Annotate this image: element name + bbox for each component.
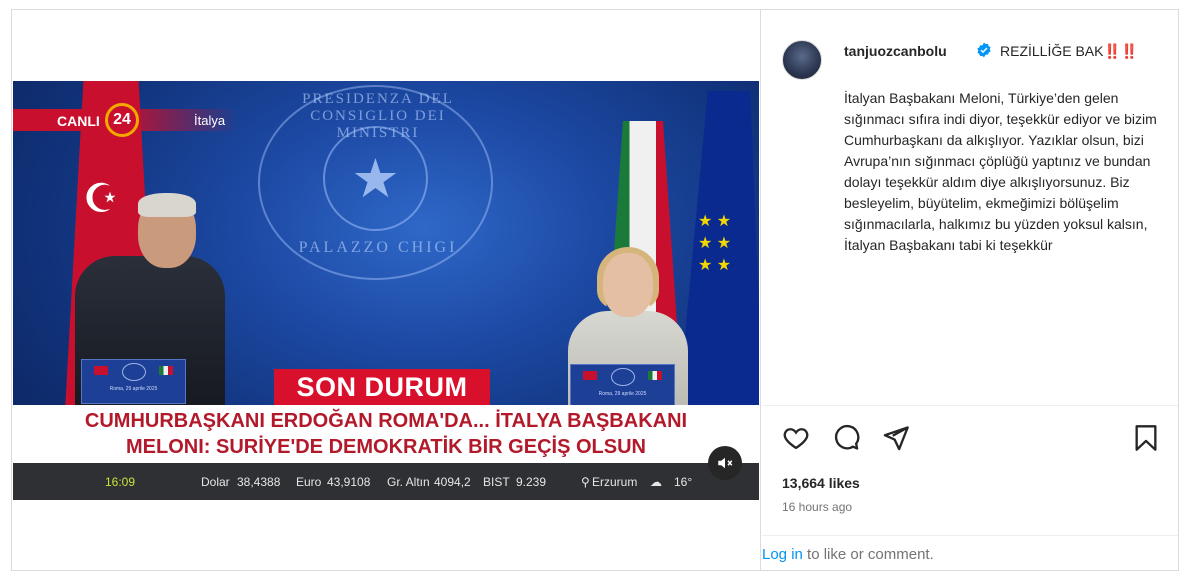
ticker-bist-label: BIST	[483, 475, 510, 489]
ticker-dolar-label: Dolar	[201, 475, 230, 489]
podium-emblem-icon	[122, 363, 146, 381]
speaker-left-hair	[138, 193, 196, 217]
podium-caption: Roma, 29 aprile 2025	[598, 391, 647, 397]
live-label: CANLI	[57, 113, 100, 129]
ticker-euro-value: 43,9108	[327, 475, 371, 489]
emblem-star-icon: ★	[323, 126, 428, 231]
seal-text-bottom: PALAZZO CHIGI	[298, 239, 458, 256]
mini-italian-flag	[159, 366, 173, 375]
breaking-news-label: SON DURUM	[274, 369, 490, 405]
market-ticker: 16:09 Dolar 38,4388 Euro 43,9108 Gr. Alt…	[13, 463, 759, 500]
heart-icon[interactable]	[782, 424, 810, 452]
muted-speaker-icon	[718, 457, 733, 469]
mini-italian-flag	[648, 371, 662, 380]
ticker-temp: 16°	[674, 475, 693, 489]
post-actions	[762, 405, 1178, 451]
location-label: İtalya	[194, 113, 226, 128]
ticker-time: 16:09	[105, 475, 136, 489]
post-sidebar: tanjuozcanbolu REZİLLİĞE BAK‼️‼️ İtalyan…	[762, 10, 1178, 570]
headline-line-2: MELONI: SURİYE'DE DEMOKRATİK BİR GEÇİŞ O…	[126, 436, 646, 458]
login-link[interactable]: Log in	[762, 546, 803, 563]
ticker-dolar-value: 38,4388	[237, 475, 281, 489]
post-timestamp[interactable]: 16 hours ago	[782, 500, 852, 514]
caption-first-line: REZİLLİĞE BAK‼️‼️	[1000, 43, 1139, 59]
podium-left: Roma, 29 aprile 2025	[81, 359, 186, 404]
instagram-post-card: PRESIDENZA DEL CONSIGLIO DEI MINISTRI ★ …	[11, 9, 1179, 571]
ticker-city: Erzurum	[592, 475, 638, 489]
username-link[interactable]: tanjuozcanbolu	[844, 43, 947, 59]
podium-caption: Roma, 29 aprile 2025	[109, 386, 158, 392]
ticker-gold-label: Gr. Altın	[387, 475, 430, 489]
podium-emblem-icon	[611, 368, 635, 386]
verified-badge-icon	[977, 42, 991, 58]
mute-button[interactable]	[708, 446, 742, 480]
podium-right: Roma, 29 aprile 2025	[570, 364, 675, 409]
comment-icon[interactable]	[832, 424, 860, 452]
post-header: tanjuozcanbolu REZİLLİĞE BAK‼️‼️	[782, 40, 1162, 80]
weather-cloud-icon: ☁	[650, 475, 662, 489]
share-icon[interactable]	[882, 424, 910, 452]
media-column: PRESIDENZA DEL CONSIGLIO DEI MINISTRI ★ …	[12, 10, 761, 570]
avatar[interactable]	[782, 40, 822, 80]
video-player[interactable]: PRESIDENZA DEL CONSIGLIO DEI MINISTRI ★ …	[13, 81, 759, 500]
login-prompt: Log in to like or comment.	[762, 535, 1178, 571]
mini-turkish-flag	[583, 371, 597, 380]
ticker-euro-label: Euro	[296, 475, 322, 489]
channel-logo: 24	[105, 103, 139, 137]
location-pin-icon: ⚲	[581, 475, 590, 489]
headline-line-1: CUMHURBAŞKANI ERDOĞAN ROMA'DA... İTALYA …	[84, 410, 688, 432]
ticker-bist-value: 9.239	[516, 475, 547, 489]
mini-turkish-flag	[94, 366, 108, 375]
post-caption: İtalyan Başbakanı Meloni, Türkiye’den ge…	[844, 90, 1157, 253]
bookmark-icon[interactable]	[1132, 424, 1160, 452]
likes-count[interactable]: 13,664 likes	[782, 475, 860, 491]
speaker-right-head	[603, 253, 653, 317]
ticker-gold-value: 4094,2	[434, 475, 471, 489]
login-suffix: to like or comment.	[802, 546, 934, 563]
news-headline: CUMHURBAŞKANI ERDOĞAN ROMA'DA... İTALYA …	[13, 405, 759, 463]
